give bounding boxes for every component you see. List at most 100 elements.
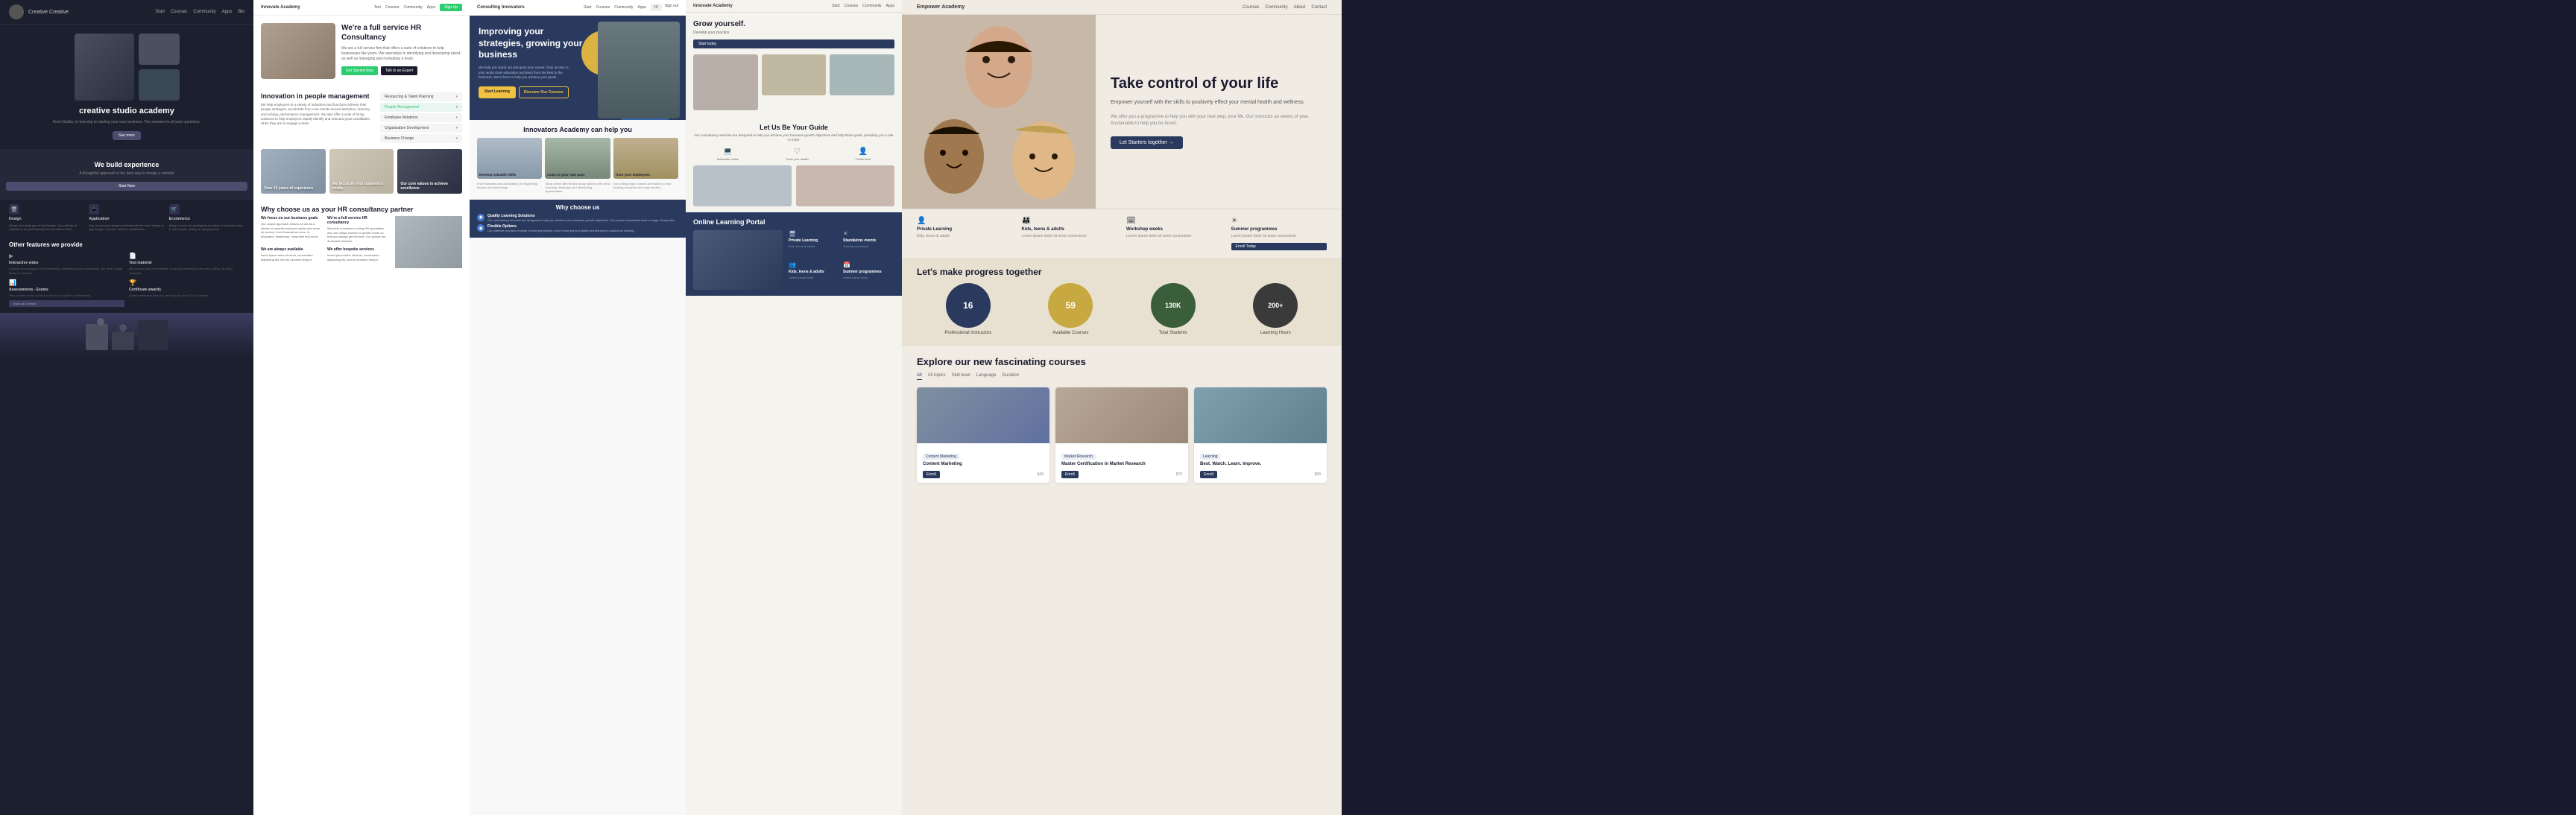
p5-hero-btn[interactable]: Let Starters together → — [1111, 136, 1183, 149]
p3-flexible-text: Our platform provides a range of learnin… — [487, 229, 634, 233]
p5-filter-language[interactable]: Language — [976, 372, 997, 380]
p1-hero-images — [75, 34, 180, 101]
p1-assess-text: Test yourself to find out if you are on … — [9, 294, 124, 297]
p2-talk-expert-btn[interactable]: Talk to an Expert — [381, 66, 417, 75]
p4-guide-img-1 — [693, 165, 792, 206]
p3-why-item-1: ◆ Quality Learning Solutions Our consult… — [477, 214, 678, 223]
p2-brand: Innovate Academy — [261, 5, 300, 10]
p3-nav-link-3[interactable]: Community — [614, 5, 633, 10]
p1-nav-link-1[interactable]: Start — [155, 10, 165, 14]
p2-nav-link-4[interactable]: Apps — [427, 5, 435, 10]
p3-quality-text: Our consultancy services are designed to… — [487, 218, 675, 223]
p2-hero-content: We're a full service HR Consultancy We a… — [341, 23, 462, 75]
p4-nav-link-3[interactable]: Community — [862, 4, 881, 8]
p4-nav-link-2[interactable]: Courses — [845, 4, 859, 8]
p4-standalone-icon: ✕ — [843, 230, 894, 237]
p4-navbar: Innovate Academy Start Courses Community… — [686, 0, 902, 13]
p5-course-enroll-2[interactable]: Enroll — [1061, 471, 1079, 478]
p1-hero-img-col — [139, 34, 180, 101]
p1-other-test: 📄 Test material All courses have test ma… — [129, 253, 244, 274]
p4-hero-title: Grow yourself. — [693, 20, 894, 28]
p3-academy-title: Innovators Academy can help you — [477, 126, 678, 133]
p5-nav-link-4[interactable]: Contact — [1311, 5, 1327, 10]
p2-nav-link-1[interactable]: Text — [374, 5, 381, 10]
p4-portal-feature-1: 🖥 Private Learning Kids, teens & adults — [789, 230, 840, 259]
p2-why-left: We focus on our business goals Our uniqu… — [261, 216, 389, 268]
p1-start-btn[interactable]: Start Now — [6, 182, 247, 191]
p1-nav-link-5[interactable]: Blo — [238, 10, 244, 14]
p5-course-enroll-3[interactable]: Enroll — [1200, 471, 1217, 478]
p5-hero-text: Empower yourself with the skills to posi… — [1111, 98, 1327, 107]
p3-nav-link-2[interactable]: Courses — [596, 5, 610, 10]
p4-guide-icon-1: 💻 Subscribe online — [716, 148, 739, 161]
p3-discover-btn[interactable]: Discover Our Courses — [519, 86, 569, 98]
p1-hero-img-sm-1 — [139, 34, 180, 65]
p1-ecommerce-text: Many courses for developing our store or… — [169, 223, 244, 231]
p3-start-learning-btn[interactable]: Start Learning — [479, 86, 516, 98]
p2-acc-item-3[interactable]: Employee Relations ▾ — [380, 113, 462, 122]
p4-portal-features: 🖥 Private Learning Kids, teens & adults … — [789, 230, 894, 290]
p1-show-all-btn[interactable]: Show All Courses — [9, 300, 124, 307]
p4-nav-link-1[interactable]: Start — [832, 4, 840, 8]
p3-nav-link-1[interactable]: Start — [584, 5, 592, 10]
p5-hero-content: Take control of your life Empower yourse… — [1096, 15, 1342, 209]
p1-feature-app: 📱 Application Our community includes pro… — [89, 204, 164, 231]
p5-filter-topics[interactable]: All topics — [928, 372, 946, 380]
p2-why-service: We're a full-service HR consultancy We p… — [327, 216, 389, 243]
p4-portal-content: 🖥 Private Learning Kids, teens & adults … — [693, 230, 894, 290]
p2-nav-link-3[interactable]: Community — [404, 5, 423, 10]
p2-chevron-3: ▾ — [455, 115, 458, 120]
p4-start-btn[interactable]: Start today — [693, 39, 894, 48]
p5-filter-skill[interactable]: Skill level — [952, 372, 970, 380]
p2-service-text: We pride ourselves in hiring HR speciali… — [327, 226, 389, 243]
p1-cert-text: Award certificates that you can sign int… — [129, 294, 244, 297]
p1-hero-title: creative studio academy — [79, 107, 174, 115]
p2-card-2-label: We focus on your business's needs — [332, 182, 394, 191]
p5-filter-duration[interactable]: Duration — [1002, 372, 1019, 380]
p3-signout-btn[interactable]: Sign out — [665, 4, 678, 11]
p5-course-meta-1: Enroll $49 — [923, 471, 1044, 478]
p5-progress-section: Let's make progress together 16 Professi… — [902, 258, 1342, 346]
p5-nav-link-2[interactable]: Community — [1265, 5, 1287, 10]
p3-hi-btn[interactable]: Hi — [651, 4, 662, 11]
p2-get-started-btn[interactable]: Get Started Now — [341, 66, 378, 75]
p5-course-enroll-1[interactable]: Enroll — [923, 471, 940, 478]
p5-service-private: 👤 Private Learning Kids, teens & adults — [917, 217, 1013, 250]
p2-acc-item-1[interactable]: Resourcing & Talent Planning ▾ — [380, 92, 462, 101]
p5-nav-link-3[interactable]: About — [1294, 5, 1306, 10]
p1-nav-link-2[interactable]: Courses — [171, 10, 187, 14]
p5-kids-title: Kids, teens & adults — [1022, 227, 1118, 232]
p4-nav-link-4[interactable]: Apps — [886, 4, 894, 8]
p5-stat-3: 130K Total Students — [1122, 283, 1225, 337]
p2-acc-item-4[interactable]: Organisation Development ▾ — [380, 124, 462, 133]
p2-acc-item-2[interactable]: People Management ▾ — [380, 103, 462, 112]
p2-focus-text: Our unique approach means we act as a pa… — [261, 222, 323, 238]
p2-nav-link-2[interactable]: Courses — [385, 5, 400, 10]
p5-enroll-today-btn[interactable]: Enroll Today — [1231, 243, 1328, 250]
p4-guide-section: Let Us Be Your Guide Our consultancy ser… — [686, 118, 902, 212]
p5-course-meta-3: Enroll $39 — [1200, 471, 1321, 478]
p5-filter-all[interactable]: All — [917, 372, 922, 380]
p4-level-label: Online level — [856, 157, 871, 161]
panel-hr-consultancy: Innovate Academy Text Courses Community … — [253, 0, 470, 815]
panel-wellness: Empower Academy Courses Community About … — [902, 0, 1342, 815]
p1-hero-btn[interactable]: See more — [113, 131, 141, 140]
p5-course-title-2: Master Certification in Market Research — [1061, 462, 1182, 468]
p5-stat-circle-1: 16 — [946, 283, 991, 328]
p1-nav-link-3[interactable]: Community — [193, 10, 215, 14]
p4-private-label: Private Learning — [789, 238, 840, 243]
p4-portal-feature-4: 📅 Summer programmes Lorem ipsum dolor — [843, 261, 894, 290]
p2-signup-btn[interactable]: Sign Up — [440, 4, 462, 11]
p1-app-icon: 📱 — [89, 204, 99, 215]
p5-kids-service-icon: 👨‍👩‍👧 — [1022, 217, 1118, 225]
p2-card-1: Over 10 years of experience — [261, 149, 326, 194]
p5-kids-text: Lorem ipsum dolor sit amet consectetur — [1022, 234, 1118, 239]
p2-why-section: Why choose us as your HR consultancy par… — [253, 200, 470, 274]
p5-nav-link-1[interactable]: Courses — [1243, 5, 1259, 10]
p1-nav-link-4[interactable]: Apps — [222, 10, 233, 14]
p3-why-items: ◆ Quality Learning Solutions Our consult… — [477, 214, 678, 233]
p2-acc-item-5[interactable]: Business Change ▾ — [380, 134, 462, 143]
p3-hero-image — [598, 22, 680, 118]
p3-nav-link-4[interactable]: Apps — [638, 5, 646, 10]
panel-online-learning: Innovate Academy Start Courses Community… — [686, 0, 902, 815]
